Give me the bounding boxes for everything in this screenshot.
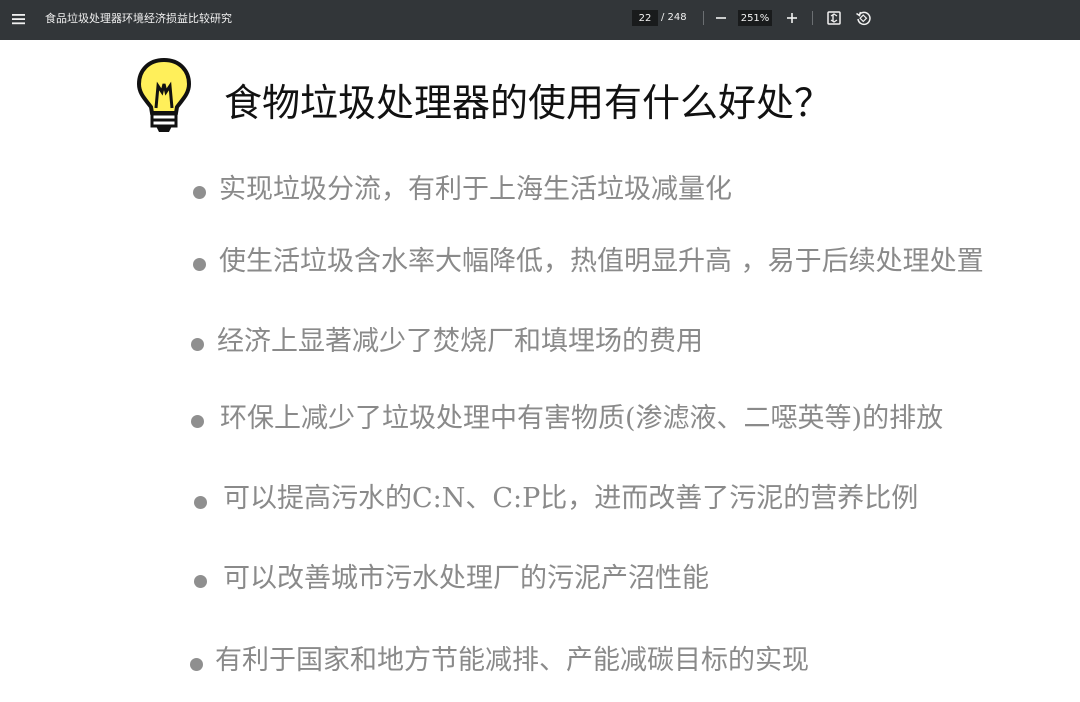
bullet-dot — [191, 415, 204, 428]
pdf-toolbar: 食品垃圾处理器环境经济损益比较研究 / 248 — [0, 0, 1080, 40]
bullet-item: 实现垃圾分流，有利于上海生活垃圾减量化 — [219, 174, 732, 205]
bullet-dot — [193, 186, 206, 199]
minus-icon — [716, 17, 726, 19]
bullet-dot — [194, 575, 207, 588]
rotate-button[interactable] — [854, 9, 872, 27]
page-total: / 248 — [661, 12, 687, 23]
bullet-item: 可以提高污水的C:N、C:P比，进而改善了污泥的营养比例 — [223, 483, 919, 514]
fit-page-icon — [827, 11, 841, 25]
document-title: 食品垃圾处理器环境经济损益比较研究 — [45, 12, 232, 25]
bullet-item: 经济上显著减少了焚烧厂和填埋场的费用 — [217, 326, 703, 357]
plus-icon — [787, 13, 797, 23]
toolbar-divider — [703, 11, 704, 25]
bullet-item: 有利于国家和地方节能减排、产能减碳目标的实现 — [215, 645, 809, 676]
zoom-level-input[interactable] — [738, 10, 772, 26]
bullet-dot — [191, 338, 204, 351]
toolbar-divider — [812, 11, 813, 25]
bullet-dot — [193, 258, 206, 271]
bullet-dot — [190, 658, 203, 671]
slide-title: 食物垃圾处理器的使用有什么好处？ — [224, 81, 833, 125]
rotate-icon — [856, 11, 871, 26]
bullet-item: 使生活垃圾含水率大幅降低，热值明显升高 ，易于后续处理处置 — [219, 246, 984, 277]
bullet-dot — [194, 496, 207, 509]
page-number-input[interactable] — [632, 10, 658, 26]
bullet-item: 环保上减少了垃圾处理中有害物质(渗滤液、二噁英等)的排放 — [220, 403, 944, 434]
menu-icon[interactable] — [8, 8, 30, 30]
lightbulb-icon — [136, 57, 192, 132]
bullet-item: 可以改善城市污水处理厂的污泥产沼性能 — [223, 563, 709, 594]
zoom-in-button[interactable] — [783, 9, 801, 27]
slide-page: 食物垃圾处理器的使用有什么好处？ 实现垃圾分流，有利于上海生活垃圾减量化 使生活… — [0, 40, 1080, 702]
fit-page-button[interactable] — [825, 9, 843, 27]
zoom-out-button[interactable] — [712, 9, 730, 27]
